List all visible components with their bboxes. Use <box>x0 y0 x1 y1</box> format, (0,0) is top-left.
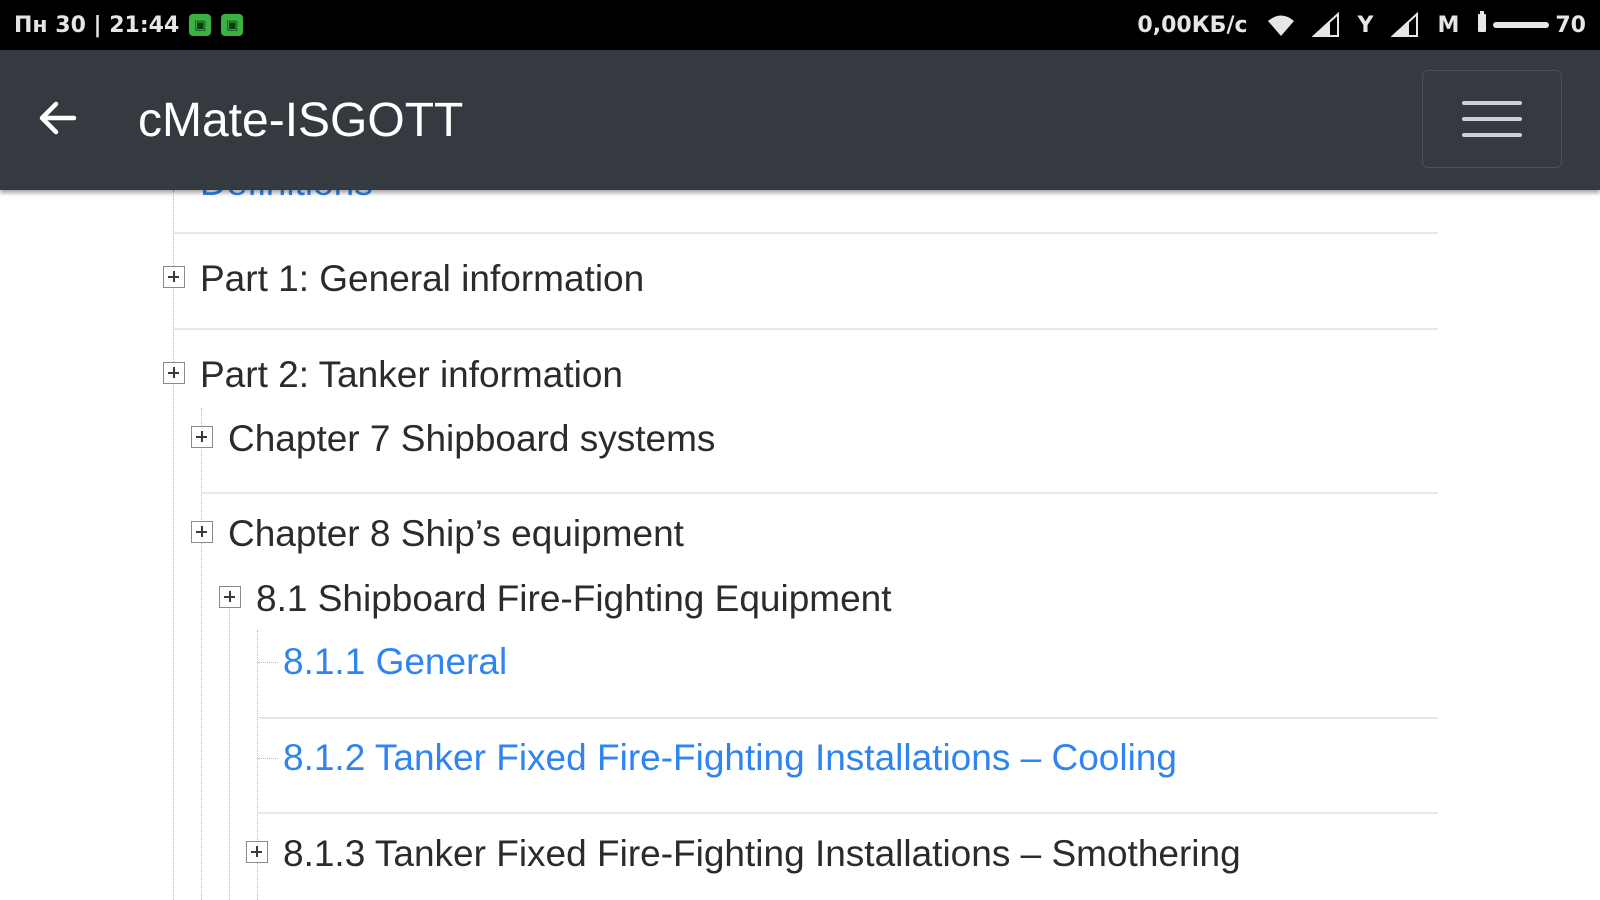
battery-bar <box>1493 22 1550 28</box>
tree-divider <box>258 717 1438 719</box>
cell-signal-icon <box>1391 12 1419 38</box>
tree-item-8-1-2[interactable]: 8.1.2 Tanker Fixed Fire-Fighting Install… <box>283 733 1177 783</box>
carrier-label: M <box>1437 12 1460 38</box>
notification-icon: ▣ <box>221 14 244 36</box>
app-bar: cMate-ISGOTT <box>0 50 1600 190</box>
notification-icon: ▣ <box>189 14 212 36</box>
expand-icon[interactable] <box>246 841 268 863</box>
hamburger-icon <box>1462 133 1522 137</box>
tree-item-part-2[interactable]: Part 2: Tanker information <box>200 350 623 400</box>
tree-item-part-1[interactable]: Part 1: General information <box>200 254 644 304</box>
tree-divider <box>202 492 1438 494</box>
expand-icon[interactable] <box>191 426 213 448</box>
status-left: Пн 30 | 21:44 ▣ ▣ <box>14 0 244 50</box>
battery-indicator: 70 <box>1477 11 1586 39</box>
tree-item-chapter-8[interactable]: Chapter 8 Ship’s equipment <box>228 509 684 559</box>
back-button[interactable] <box>30 90 86 146</box>
tree-item-definitions[interactable]: Definitions <box>200 190 373 208</box>
tree-divider <box>174 232 1438 234</box>
cell-signal-icon <box>1311 12 1340 38</box>
hamburger-icon <box>1462 117 1522 121</box>
toc-tree: Definitions Part 1: General information … <box>0 190 1600 900</box>
battery-level: 70 <box>1555 12 1586 38</box>
expand-icon[interactable] <box>219 586 241 608</box>
status-bar: Пн 30 | 21:44 ▣ ▣ 0,00КБ/с Y M 70 <box>0 0 1600 50</box>
tree-divider <box>258 812 1438 814</box>
status-right: 0,00КБ/с Y M 70 <box>1137 0 1586 50</box>
network-speed: 0,00КБ/с <box>1137 12 1248 38</box>
arrow-left-icon <box>39 101 77 135</box>
expand-icon[interactable] <box>191 521 213 543</box>
battery-icon <box>1477 11 1487 39</box>
tree-item-8-1[interactable]: 8.1 Shipboard Fire-Fighting Equipment <box>256 574 892 624</box>
tree-guide <box>173 190 174 900</box>
hamburger-icon <box>1462 101 1522 105</box>
app-title: cMate-ISGOTT <box>138 93 464 147</box>
tree-connector <box>258 758 278 759</box>
expand-icon[interactable] <box>163 266 185 288</box>
tree-connector <box>258 662 278 663</box>
tree-item-8-1-3[interactable]: 8.1.3 Tanker Fixed Fire-Fighting Install… <box>283 829 1241 879</box>
tree-item-8-1-1[interactable]: 8.1.1 General <box>283 637 507 687</box>
carrier-label: Y <box>1357 12 1374 38</box>
status-datetime: Пн 30 | 21:44 <box>14 12 180 38</box>
tree-guide <box>229 603 230 900</box>
menu-button[interactable] <box>1422 70 1562 168</box>
expand-icon[interactable] <box>163 362 185 384</box>
wifi-icon <box>1266 12 1294 38</box>
tree-item-chapter-7[interactable]: Chapter 7 Shipboard systems <box>228 414 715 464</box>
tree-divider <box>174 328 1438 330</box>
tree-guide <box>201 408 202 900</box>
